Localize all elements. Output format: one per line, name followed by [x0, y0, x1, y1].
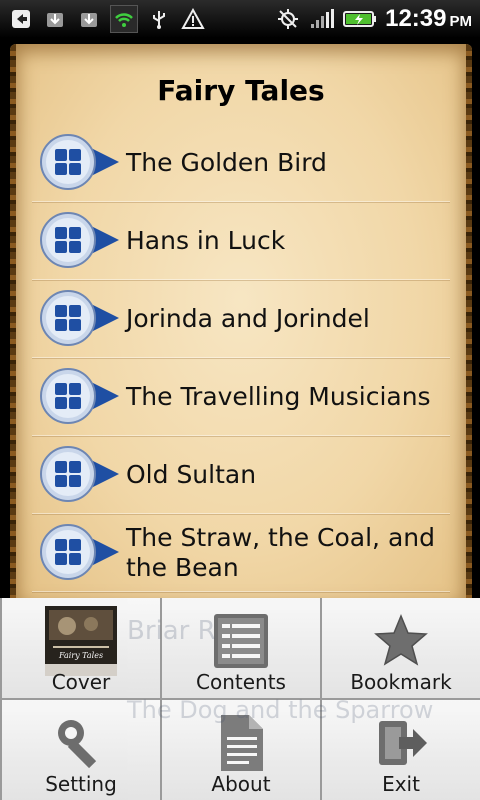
menu-item-label: About [211, 772, 271, 796]
usb-icon [146, 6, 172, 32]
story-list-panel: Fairy Tales The Golden Bird Hans in Luck… [10, 44, 472, 614]
list-item-the-golden-bird[interactable]: The Golden Bird [32, 124, 450, 202]
menu-item-bookmark[interactable]: Bookmark [322, 598, 480, 698]
list-item-old-sultan[interactable]: Old Sultan [32, 436, 450, 514]
menu-item-about[interactable]: About [162, 700, 320, 800]
document-icon [204, 708, 278, 778]
blue-grid-arrow-icon [35, 288, 125, 348]
list-item-jorinda-and-jorindel[interactable]: Jorinda and Jorindel [32, 280, 450, 358]
list-item-hans-in-luck[interactable]: Hans in Luck [32, 202, 450, 280]
menu-item-exit[interactable]: Exit [322, 700, 480, 800]
story-list: The Golden Bird Hans in Luck Jorinda and… [10, 124, 472, 592]
blue-grid-arrow-icon [35, 444, 125, 504]
back-arrow-icon [8, 6, 34, 32]
list-item-label: The Straw, the Coal, and the Bean [126, 522, 435, 582]
list-item-label: Old Sultan [126, 459, 257, 489]
menu-item-label: Bookmark [350, 670, 452, 694]
wrench-icon [44, 708, 118, 778]
status-bar: 12:39 PM [0, 0, 480, 38]
exit-icon [364, 708, 438, 778]
page-title: Fairy Tales [157, 74, 325, 107]
download-icon [42, 6, 68, 32]
menu-item-label: Exit [382, 772, 420, 796]
menu-item-label: Contents [196, 670, 286, 694]
blue-grid-arrow-icon [35, 132, 125, 192]
blue-grid-arrow-icon [35, 210, 125, 270]
status-clock: 12:39 PM [385, 5, 472, 33]
cover-art-text: Fairy Tales [58, 651, 103, 660]
download-icon [76, 6, 102, 32]
menu-item-label: Setting [45, 772, 117, 796]
options-menu: Fairy Tales Cover Contents Bookmark Sett… [0, 598, 480, 800]
menu-item-label: Cover [51, 670, 111, 694]
warning-icon [180, 6, 206, 32]
list-item-label: The Travelling Musicians [126, 381, 431, 411]
list-item-the-travelling-musicians[interactable]: The Travelling Musicians [32, 358, 450, 436]
blue-grid-arrow-icon [35, 366, 125, 426]
wifi-hotspot-icon [110, 5, 138, 33]
contents-list-icon [204, 606, 278, 676]
list-item-label: Hans in Luck [126, 225, 286, 255]
list-item-the-straw-the-coal-and-the-bean[interactable]: The Straw, the Coal, and the Bean [32, 514, 450, 592]
list-item-label: Jorinda and Jorindel [126, 303, 370, 333]
clock-time: 12:39 [385, 5, 447, 32]
blue-grid-arrow-icon [35, 522, 125, 582]
menu-item-cover[interactable]: Fairy Tales Cover [2, 598, 160, 698]
clock-ampm: PM [449, 13, 473, 30]
star-icon [364, 606, 438, 676]
battery-charging-icon [343, 6, 377, 32]
list-item-label: The Golden Bird [126, 147, 327, 177]
menu-item-contents[interactable]: Contents [162, 598, 320, 698]
signal-icon [309, 6, 335, 32]
gps-off-icon [275, 6, 301, 32]
cover-thumbnail: Fairy Tales [44, 606, 118, 676]
menu-item-setting[interactable]: Setting [2, 700, 160, 800]
